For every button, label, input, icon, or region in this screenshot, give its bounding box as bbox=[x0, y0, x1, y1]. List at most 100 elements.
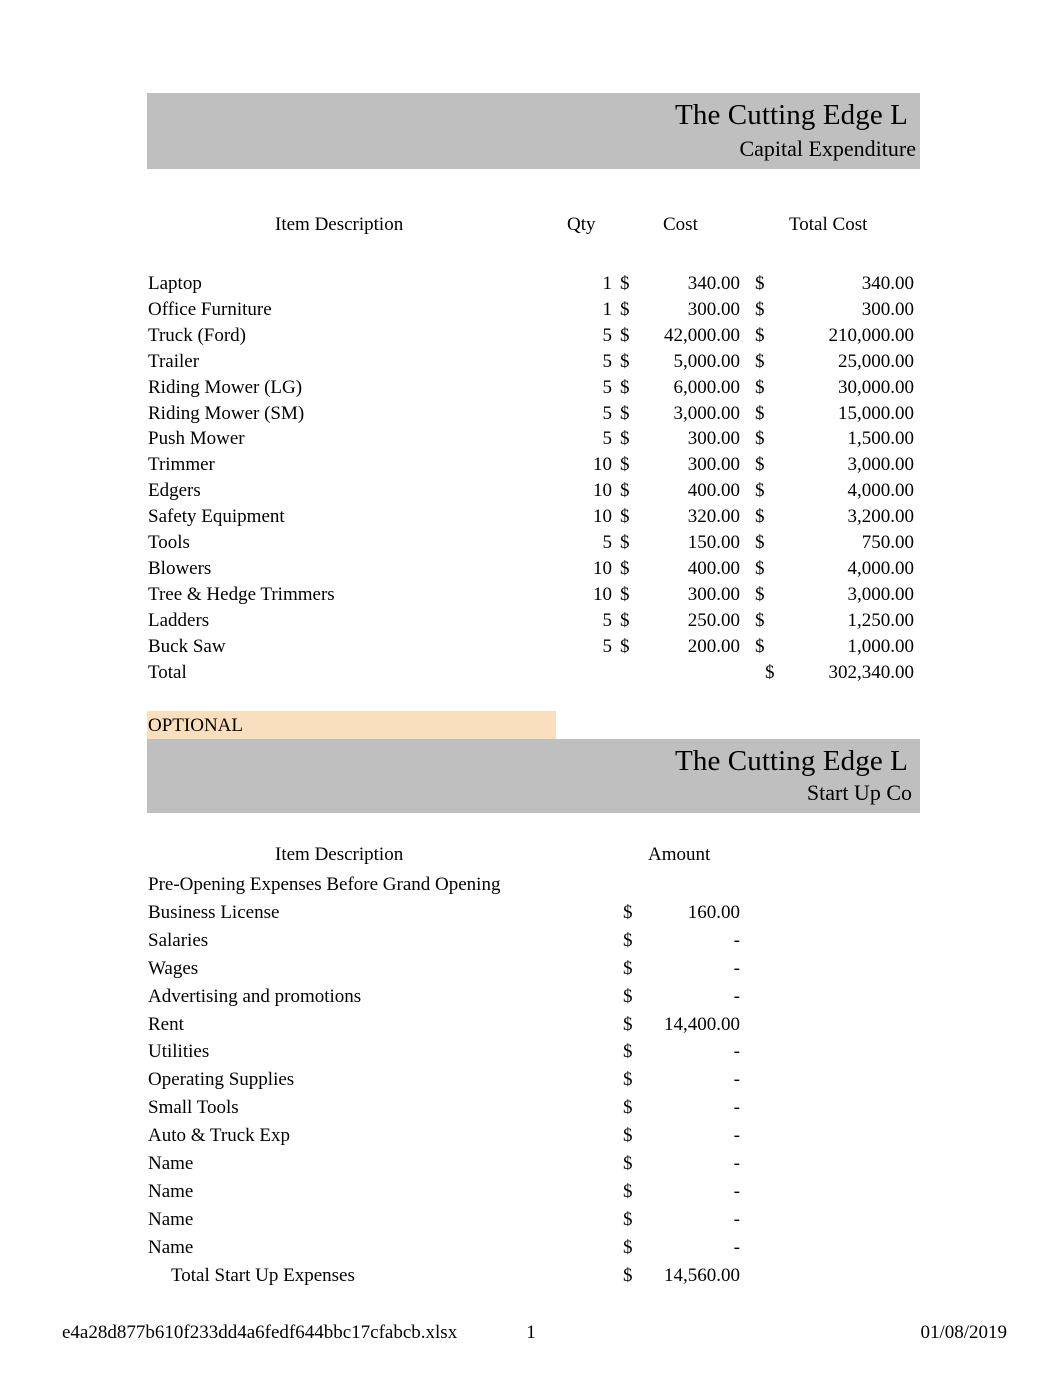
cell-amount-value: - bbox=[733, 1208, 740, 1230]
cell-total-value: 302,340.00 bbox=[828, 661, 915, 683]
cell-item-description: Riding Mower (LG) bbox=[148, 376, 303, 398]
cell-qty: 5 bbox=[602, 350, 613, 372]
cell-item-description: Laptop bbox=[148, 273, 202, 294]
table-row: Office Furniture 1 $300.00 $300.00 bbox=[0, 297, 1062, 323]
table-row: Edgers 10 $400.00 $4,000.00 bbox=[0, 478, 1062, 504]
cell-item-description: Operating Supplies bbox=[148, 1069, 295, 1091]
cell-total-value: 300.00 bbox=[861, 298, 914, 320]
table-row: Operating Supplies $ - bbox=[0, 1067, 1062, 1093]
cell-amount-value: 160.00 bbox=[687, 901, 740, 923]
cell-item-description: Wages bbox=[148, 957, 199, 979]
table-row: Push Mower 5 $300.00 $1,500.00 bbox=[0, 426, 1062, 452]
capital-expenditure-title: The Cutting Edge L bbox=[675, 99, 908, 131]
cell-amount-value: - bbox=[733, 1041, 740, 1063]
table-row: Trailer 5 $5,000.00 $25,000.00 bbox=[0, 349, 1062, 375]
cell-qty: 5 bbox=[602, 402, 613, 424]
cell-item-description: Business License bbox=[148, 901, 280, 923]
cell-cost-value: 320.00 bbox=[687, 506, 740, 528]
cell-item-description: Safety Equipment bbox=[148, 506, 285, 528]
table-row: Name $ - bbox=[0, 1151, 1062, 1177]
start-up-costs-banner: The Cutting Edge L Start Up Co bbox=[147, 739, 920, 813]
cell-item-description: Truck (Ford) bbox=[148, 324, 246, 346]
cell-cost-value: 6,000.00 bbox=[673, 376, 741, 398]
cell-total-label: Total Start Up Expenses bbox=[171, 1264, 355, 1286]
cell-item-description: Push Mower bbox=[148, 428, 245, 450]
table-row: Riding Mower (SM) 5 $3,000.00 $15,000.00 bbox=[0, 401, 1062, 427]
table-row: Rent $14,400.00 bbox=[0, 1012, 1062, 1038]
cell-cost-value: 42,000.00 bbox=[664, 324, 740, 346]
cell-amount-value: - bbox=[733, 957, 740, 979]
cell-item-description: Name bbox=[148, 1153, 194, 1174]
cell-item-description: Utilities bbox=[148, 1041, 210, 1063]
cell-cost-value: 3,000.00 bbox=[673, 402, 741, 424]
cell-item-description: Salaries bbox=[148, 929, 209, 951]
cell-qty: 5 bbox=[602, 609, 613, 631]
cell-item-description: Name bbox=[148, 1180, 194, 1202]
cell-item-description: Office Furniture bbox=[148, 298, 272, 320]
cell-cost-value: 150.00 bbox=[687, 532, 740, 553]
cell-amount-value: - bbox=[733, 1097, 740, 1119]
cell-amount-value: - bbox=[733, 1125, 740, 1147]
section-label-row: Pre-Opening Expenses Before Grand Openin… bbox=[0, 872, 1062, 898]
cell-qty: 10 bbox=[593, 583, 612, 605]
column-header-amount: Amount bbox=[648, 844, 711, 865]
cell-total-value: 750.00 bbox=[861, 532, 914, 553]
cell-total-value: 3,000.00 bbox=[847, 454, 915, 476]
table-row: Name $ - bbox=[0, 1235, 1062, 1261]
cell-amount-value: - bbox=[733, 985, 740, 1007]
table-row: Trimmer 10 $300.00 $3,000.00 bbox=[0, 452, 1062, 478]
cell-item-description: Name bbox=[148, 1208, 194, 1230]
cell-qty: 5 bbox=[602, 532, 613, 553]
cell-qty: 5 bbox=[602, 324, 613, 346]
cell-amount-value: - bbox=[733, 1153, 740, 1174]
column-header-cost: Cost bbox=[663, 214, 698, 235]
table-row: Laptop 1 $340.00 $340.00 bbox=[0, 271, 1062, 297]
cell-total-value: 1,250.00 bbox=[847, 609, 915, 631]
cell-amount-value: - bbox=[733, 929, 740, 951]
table-total-row: Total Start Up Expenses $14,560.00 bbox=[0, 1263, 1062, 1289]
cell-item-description: Name bbox=[148, 1236, 194, 1258]
cell-total-value: 3,000.00 bbox=[847, 583, 915, 605]
table-total-row: Total $302,340.00 bbox=[0, 660, 1062, 686]
cell-total-value: 25,000.00 bbox=[838, 350, 914, 372]
column-header-qty: Qty bbox=[567, 214, 596, 235]
cell-qty: 1 bbox=[602, 273, 613, 294]
cell-item-description: Trailer bbox=[148, 350, 200, 372]
cell-item-description: Riding Mower (SM) bbox=[148, 402, 305, 424]
cell-item-description: Edgers bbox=[148, 480, 201, 502]
cell-qty: 5 bbox=[602, 635, 613, 657]
cell-cost-value: 400.00 bbox=[687, 557, 740, 579]
cell-cost-value: 250.00 bbox=[687, 609, 740, 631]
capital-expenditure-subtitle: Capital Expenditure bbox=[739, 136, 916, 161]
table-row: Business License $160.00 bbox=[0, 900, 1062, 926]
cell-cost-value: 300.00 bbox=[687, 583, 740, 605]
table-row: Buck Saw 5 $200.00 $1,000.00 bbox=[0, 634, 1062, 660]
cell-cost-value: 5,000.00 bbox=[673, 350, 741, 372]
cell-amount-value: 14,560.00 bbox=[664, 1264, 740, 1286]
capital-expenditure-header-row: Item Description Qty Cost Total Cost bbox=[0, 212, 1062, 238]
cell-qty: 1 bbox=[602, 298, 613, 320]
cell-item-description: Trimmer bbox=[148, 454, 215, 476]
cell-item-description: Tree & Hedge Trimmers bbox=[148, 583, 335, 605]
cell-amount-value: - bbox=[733, 1069, 740, 1091]
cell-cost-value: 340.00 bbox=[687, 273, 740, 294]
cell-item-description: Tools bbox=[148, 532, 190, 553]
cell-amount-value: - bbox=[733, 1236, 740, 1258]
cell-qty: 10 bbox=[593, 480, 612, 502]
cell-total-value: 4,000.00 bbox=[847, 557, 915, 579]
table-row: Utilities $ - bbox=[0, 1039, 1062, 1065]
start-up-costs-subtitle: Start Up Co bbox=[806, 780, 912, 805]
table-row: Small Tools $ - bbox=[0, 1095, 1062, 1121]
worksheet-page: The Cutting Edge L Capital Expenditure I… bbox=[0, 0, 1062, 1377]
cell-qty: 10 bbox=[593, 557, 612, 579]
cell-item-description: Advertising and promotions bbox=[148, 985, 362, 1007]
table-row: Name $ - bbox=[0, 1207, 1062, 1233]
table-row: Wages $ - bbox=[0, 956, 1062, 982]
cell-total-value: 1,000.00 bbox=[847, 635, 915, 657]
cell-total-value: 3,200.00 bbox=[847, 506, 915, 528]
cell-qty: 5 bbox=[602, 428, 613, 450]
cell-total-value: 340.00 bbox=[861, 273, 914, 294]
cell-cost-value: 300.00 bbox=[687, 454, 740, 476]
cell-item-description: Small Tools bbox=[148, 1097, 239, 1119]
cell-qty: 10 bbox=[593, 454, 612, 476]
